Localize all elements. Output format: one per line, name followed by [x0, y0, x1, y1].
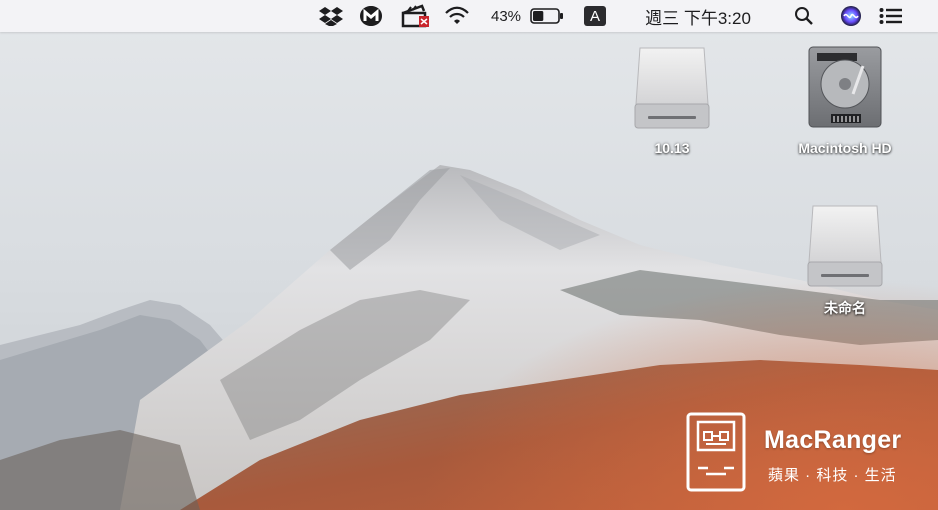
drive-label: Macintosh HD — [798, 140, 892, 156]
drive-label: 未命名 — [824, 300, 866, 316]
desktop: 43% A 週三 下午3:20 10.13 Macintosh HD 未命名 M… — [0, 0, 938, 510]
watermark-tagline: 蘋果 · 科技 · 生活 — [768, 467, 897, 484]
wifi-icon[interactable] — [440, 0, 474, 32]
malwarebytes-icon[interactable] — [356, 0, 386, 32]
external-drive-icon — [807, 205, 883, 287]
menu-bar: 43% A 週三 下午3:20 — [0, 0, 938, 32]
battery-icon[interactable] — [528, 0, 566, 32]
menubar-clock[interactable]: 週三 下午3:20 — [628, 0, 768, 32]
drive-unnamed[interactable]: 未命名 — [790, 202, 900, 318]
input-source-label: A — [584, 6, 606, 26]
external-drive-icon — [634, 47, 710, 129]
internal-hard-drive-icon — [808, 46, 882, 128]
siri-icon[interactable] — [837, 0, 865, 32]
notification-center-icon[interactable] — [876, 0, 906, 32]
watermark-brand: MacRanger — [764, 426, 902, 454]
drive-label: 10.13 — [654, 140, 690, 156]
drive-macintosh-hd[interactable]: Macintosh HD — [790, 44, 900, 156]
clapper-app-icon[interactable] — [398, 0, 432, 32]
spotlight-icon[interactable] — [790, 0, 818, 32]
macranger-logo-icon — [686, 412, 746, 492]
macranger-watermark: MacRanger 蘋果 · 科技 · 生活 — [684, 408, 924, 498]
dropbox-icon[interactable] — [316, 0, 346, 32]
drive-10-13[interactable]: 10.13 — [617, 44, 727, 156]
input-source-menu[interactable]: A — [583, 0, 607, 32]
battery-percent[interactable]: 43% — [486, 0, 526, 32]
